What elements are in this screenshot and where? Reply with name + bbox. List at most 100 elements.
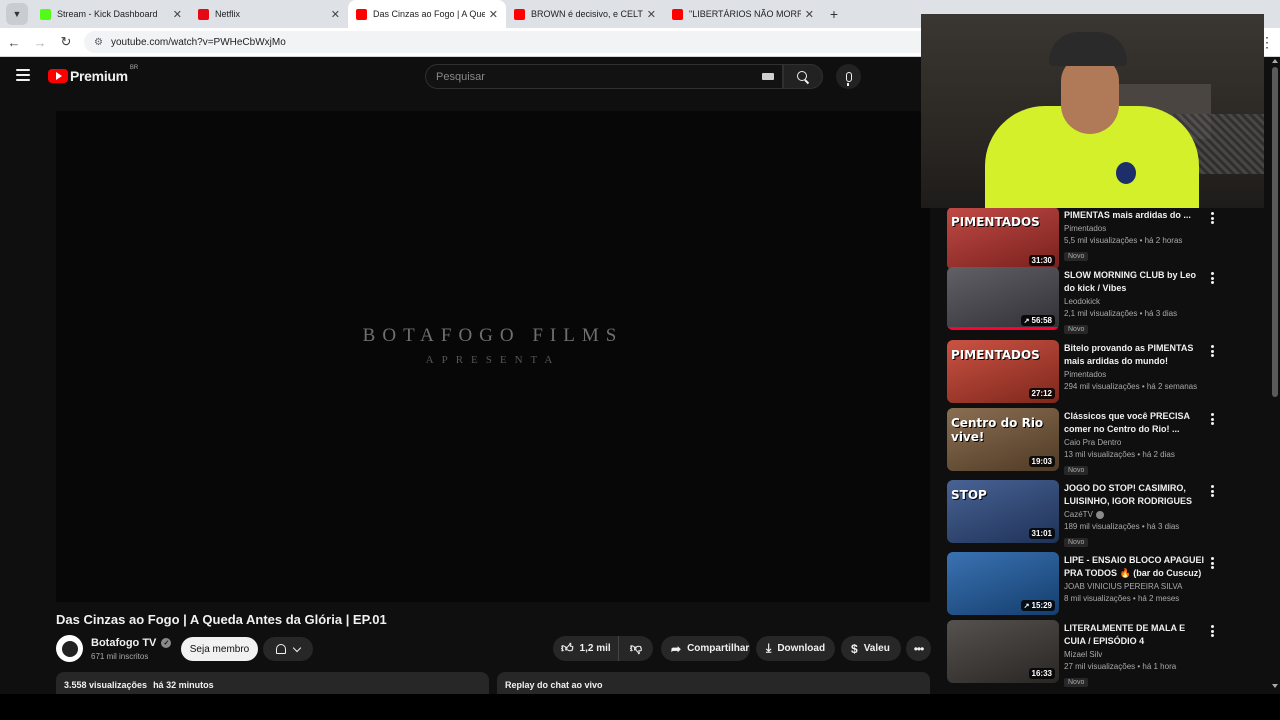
chat-replay-label: Replay do chat ao vivo: [505, 680, 603, 690]
channel-name-row[interactable]: Botafogo TV ✓: [91, 637, 172, 649]
join-button[interactable]: Seja membro: [181, 637, 258, 661]
tab-close-icon[interactable]: ✕: [489, 8, 498, 21]
recommendation-channel-row[interactable]: JOAB VINICIUS PEREIRA SILVA: [1064, 582, 1204, 591]
recommendation-title[interactable]: LIPE - ENSAIO BLOCO APAGUEI PRA TODOS 🔥 …: [1064, 554, 1204, 580]
video-thumbnail[interactable]: ↗ 15:29: [947, 552, 1059, 615]
channel-name[interactable]: Botafogo TV: [91, 637, 156, 649]
recommendation-channel[interactable]: Leodokick: [1064, 297, 1100, 306]
duration-text: 19:03: [1031, 457, 1052, 466]
recommendation-channel[interactable]: Mizael Silv: [1064, 650, 1102, 659]
scroll-thumb[interactable]: [1272, 67, 1278, 397]
more-vertical-icon[interactable]: [1207, 484, 1217, 498]
more-vertical-icon[interactable]: [1207, 344, 1217, 358]
menu-icon[interactable]: [16, 69, 30, 81]
publish-date: há 32 minutos: [153, 680, 214, 690]
site-info-icon[interactable]: ⚙: [94, 37, 103, 48]
more-actions-button[interactable]: •••: [906, 636, 931, 661]
thumbnail-text: PIMENTADOS: [951, 215, 1040, 229]
recommendation-title[interactable]: Clássicos que você PRECISA comer no Cent…: [1064, 410, 1204, 436]
recommendation-title[interactable]: JOGO DO STOP! CASIMIRO, LUISINHO, IGOR R…: [1064, 482, 1204, 508]
recommendation-title[interactable]: SLOW MORNING CLUB by Leo do kick / Vibes: [1064, 269, 1204, 295]
chevron-down-icon: [292, 643, 302, 652]
back-button[interactable]: ←: [2, 30, 26, 54]
webcam-shirt-crest: [1116, 162, 1136, 184]
like-button[interactable]: 👍︎ 1,2 mil: [553, 636, 619, 661]
recommendation-channel[interactable]: Pimentados: [1064, 224, 1106, 233]
webcam-person-face: [1061, 56, 1119, 134]
recommendation-item[interactable]: STOP 31:01 JOGO DO STOP! CASIMIRO, LUISINH…: [947, 480, 1217, 547]
video-thumbnail[interactable]: PIMENTADOS 31:30: [947, 207, 1059, 270]
tab-close-icon[interactable]: ✕: [647, 8, 656, 21]
more-vertical-icon[interactable]: [1207, 624, 1217, 638]
reload-button[interactable]: ↻: [54, 30, 78, 54]
dislike-button[interactable]: 👎︎: [619, 641, 653, 656]
video-thumbnail[interactable]: PIMENTADOS 27:12: [947, 340, 1059, 403]
recommendation-item[interactable]: PIMENTADOS 27:12 Bitelo provando as PIMENT…: [947, 340, 1217, 406]
recommendation-channel-row[interactable]: CazéTV: [1064, 510, 1204, 519]
share-button[interactable]: ➦ Compartilhar: [661, 636, 750, 661]
tab-search-dropdown[interactable]: ▼: [6, 3, 28, 25]
chat-replay-header[interactable]: Replay do chat ao vivo: [497, 672, 930, 694]
recommendation-stats: 8 mil visualizações • há 2 meses: [1064, 594, 1180, 603]
search-icon: [797, 70, 809, 83]
recommendation-title[interactable]: PIMENTAS mais ardidas do ...: [1064, 209, 1204, 222]
new-badge: Novo: [1064, 466, 1089, 475]
new-tab-button[interactable]: +: [822, 0, 846, 28]
recommendation-channel-row[interactable]: Leodokick: [1064, 297, 1204, 306]
browser-tab[interactable]: Netflix ✕: [190, 0, 348, 28]
scroll-up-arrow-icon[interactable]: [1272, 59, 1278, 63]
search-input[interactable]: Pesquisar: [425, 64, 783, 89]
recommendation-item[interactable]: PIMENTADOS 31:30 PIMENTAS mais ardidas do …: [947, 207, 1217, 273]
video-thumbnail[interactable]: STOP 31:01: [947, 480, 1059, 543]
page-scrollbar[interactable]: [1270, 57, 1280, 694]
channel-avatar[interactable]: [56, 635, 83, 662]
recommendation-channel-row[interactable]: Pimentados: [1064, 370, 1204, 379]
more-vertical-icon[interactable]: [1207, 271, 1217, 285]
tab-close-icon[interactable]: ✕: [331, 8, 340, 21]
duration-text: 16:33: [1031, 669, 1052, 678]
recommendation-channel[interactable]: Pimentados: [1064, 370, 1106, 379]
voice-search-button[interactable]: [836, 64, 861, 89]
search-button[interactable]: [783, 64, 823, 89]
like-count: 1,2 mil: [579, 643, 611, 654]
recommendation-channel[interactable]: JOAB VINICIUS PEREIRA SILVA: [1064, 582, 1182, 591]
video-player[interactable]: BOTAFOGO FILMS APRESENTA: [56, 111, 930, 602]
browser-tab[interactable]: BROWN é decisivo, e CELTICS ganham ✕: [506, 0, 664, 28]
recommendation-channel[interactable]: CazéTV: [1064, 510, 1093, 519]
description-box[interactable]: 3.558 visualizações há 32 minutos: [56, 672, 489, 694]
download-button[interactable]: ⤓ Download: [756, 636, 835, 661]
recommendation-item[interactable]: ↗ 56:58 SLOW MORNING CLUB by Leo do kick /…: [947, 267, 1217, 334]
tab-close-icon[interactable]: ✕: [805, 8, 814, 21]
recommendation-title[interactable]: Bitelo provando as PIMENTAS mais ardidas…: [1064, 342, 1204, 368]
video-thumbnail[interactable]: ↗ 56:58: [947, 267, 1059, 330]
tab-close-icon[interactable]: ✕: [173, 8, 182, 21]
recommendation-channel-row[interactable]: Caio Pra Dentro: [1064, 438, 1204, 447]
youtube-logo[interactable]: Premium BR: [48, 65, 138, 84]
scroll-down-arrow-icon[interactable]: [1272, 684, 1278, 688]
view-count: 3.558 visualizações: [64, 680, 148, 690]
more-vertical-icon[interactable]: [1207, 412, 1217, 426]
duration-text: 31:01: [1031, 529, 1052, 538]
recommendation-item[interactable]: Centro do Rio vive! 19:03 Clássicos que vo…: [947, 408, 1217, 475]
browser-tab[interactable]: Stream - Kick Dashboard ✕: [32, 0, 190, 28]
video-thumbnail[interactable]: 16:33: [947, 620, 1059, 683]
duration-text: 56:58: [1031, 316, 1052, 325]
more-vertical-icon[interactable]: [1207, 211, 1217, 225]
new-badge: Novo: [1064, 678, 1089, 687]
thanks-button[interactable]: $ Valeu: [841, 636, 901, 661]
keyboard-icon[interactable]: [762, 73, 774, 80]
recommendation-channel[interactable]: Caio Pra Dentro: [1064, 438, 1121, 447]
browser-tab[interactable]: Das Cinzas ao Fogo | A Queda Antes da Gl…: [348, 0, 506, 28]
notifications-button[interactable]: [263, 637, 313, 661]
recommendation-channel-row[interactable]: Pimentados: [1064, 224, 1204, 233]
recommendation-item[interactable]: 16:33 LITERALMENTE DE MALA E CUIA / EPISÓ…: [947, 620, 1217, 687]
more-vertical-icon[interactable]: [1207, 556, 1217, 570]
video-thumbnail[interactable]: Centro do Rio vive! 19:03: [947, 408, 1059, 471]
recommendation-item[interactable]: ↗ 15:29 LIPE - ENSAIO BLOCO APAGUEI PRA TO…: [947, 552, 1217, 618]
recommendation-channel-row[interactable]: Mizael Silv: [1064, 650, 1204, 659]
like-dislike-group: 👍︎ 1,2 mil 👎︎: [553, 636, 653, 661]
recommendation-title[interactable]: LITERALMENTE DE MALA E CUIA / EPISÓDIO 4: [1064, 622, 1204, 648]
forward-button[interactable]: →: [28, 30, 52, 54]
address-bar[interactable]: ⚙ youtube.com/watch?v=PWHeCbWxjMo: [84, 31, 964, 53]
browser-tab[interactable]: "LIBERTÁRIOS NÃO MORREM" ✕: [664, 0, 822, 28]
